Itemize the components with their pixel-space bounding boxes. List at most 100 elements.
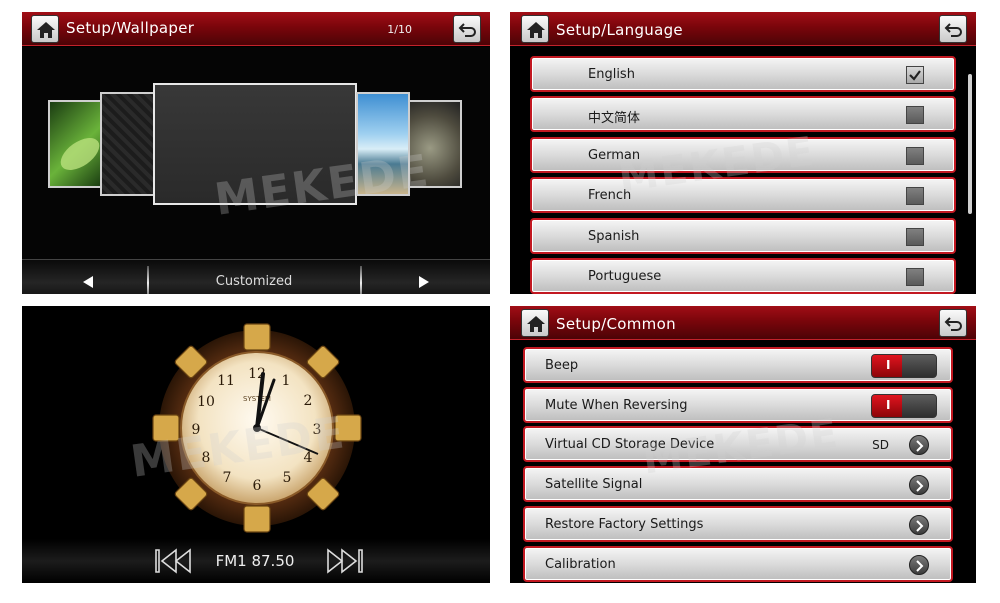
language-label: German [588,148,641,163]
title-bar: Setup/Wallpaper 1/10 [22,12,490,46]
divider [360,266,362,294]
toggle-on-indicator: I [872,355,904,377]
home-button[interactable] [31,15,59,43]
checkbox[interactable] [906,147,924,165]
language-item-english[interactable]: English [530,56,956,92]
back-button[interactable] [453,15,481,43]
wallpaper-thumb-sea[interactable] [356,92,410,196]
home-button[interactable] [521,15,549,43]
language-panel: Setup/Language English 中文简体 German Frenc… [510,12,976,294]
clock-numeral: 2 [304,393,313,409]
checkmark-icon [909,70,921,81]
clock-numeral: 9 [192,422,201,438]
clock-numeral: 5 [283,470,292,486]
language-item-portuguese[interactable]: Portuguese [530,258,956,294]
setting-label: Virtual CD Storage Device [545,437,715,452]
radio-bar: FM1 87.50 [22,539,490,583]
analog-clock: 12 1 2 3 4 5 6 7 8 9 10 11 SYSTEM [152,323,362,533]
toggle-knob [902,395,936,417]
language-label: 中文简体 [588,111,641,126]
home-icon [37,22,55,38]
skip-forward-icon [327,548,363,574]
return-icon [944,23,962,37]
page-title: Setup/Common [556,315,676,333]
mute-reversing-toggle[interactable]: I [871,394,937,418]
setting-beep[interactable]: Beep I [523,347,953,383]
scrollbar[interactable] [968,74,972,214]
chevron-right-icon[interactable] [909,475,929,495]
setting-label: Restore Factory Settings [545,517,704,532]
chevron-right-icon[interactable] [909,555,929,575]
skip-back-icon [155,548,191,574]
clock-numeral: 11 [217,373,235,389]
wallpaper-thumb-gears[interactable] [408,100,462,188]
return-icon [944,317,962,331]
clock-numeral: 8 [202,450,211,466]
checkbox[interactable] [906,106,924,124]
wallpaper-thumb-selected[interactable] [153,83,357,205]
wallpaper-thumb-leaf[interactable] [48,100,104,188]
home-icon [527,316,545,332]
setting-value: SD [872,438,889,452]
back-button[interactable] [939,15,967,43]
right-arrow-icon [419,276,429,288]
toggle-on-symbol: I [886,398,891,412]
back-button[interactable] [939,309,967,337]
return-icon [458,23,476,37]
language-label: Portuguese [588,269,662,284]
title-bar: Setup/Common [510,306,976,340]
home-button[interactable] [521,309,549,337]
toggle-on-indicator: I [872,395,904,417]
clock-numeral: 6 [253,478,262,494]
clock-numeral: 1 [282,373,291,389]
setting-label: Mute When Reversing [545,398,688,413]
setting-satellite-signal[interactable]: Satellite Signal [523,466,953,502]
common-settings-list: Beep I Mute When Reversing I Virtual CD … [523,347,953,583]
clock-numeral: 10 [197,394,215,410]
checkbox-checked[interactable] [906,66,924,84]
toggle-on-symbol: I [886,358,891,372]
setting-restore-factory[interactable]: Restore Factory Settings [523,506,953,542]
setting-calibration[interactable]: Calibration [523,546,953,582]
language-item-chinese[interactable]: 中文简体 [530,96,956,132]
home-icon [527,22,545,38]
language-list: English 中文简体 German French Spanish Portu… [530,56,956,294]
wallpaper-name: Customized [215,274,293,289]
language-item-german[interactable]: German [530,137,956,173]
left-arrow-icon [83,276,93,288]
setting-label: Satellite Signal [545,477,643,492]
setting-label: Calibration [545,557,616,572]
language-item-spanish[interactable]: Spanish [530,218,956,254]
chevron-right-icon[interactable] [909,515,929,535]
page-title: Setup/Language [556,21,683,39]
beep-toggle[interactable]: I [871,354,937,378]
setting-mute-when-reversing[interactable]: Mute When Reversing I [523,387,953,423]
common-panel: Setup/Common Beep I Mute When Reversing … [510,306,976,583]
toggle-knob [902,355,936,377]
language-label: Spanish [588,229,640,244]
clock-numeral: 3 [313,422,322,438]
checkbox[interactable] [906,268,924,286]
next-wallpaper-button[interactable] [418,275,430,293]
page-title: Setup/Wallpaper [66,19,195,37]
radio-frequency: FM1 87.50 [215,552,295,570]
previous-wallpaper-button[interactable] [82,275,94,293]
next-station-button[interactable] [322,548,364,574]
clock-numeral: 4 [304,450,313,466]
chevron-right-icon[interactable] [909,435,929,455]
wallpaper-nav-bar: Customized [22,259,490,294]
clock-panel: 12 1 2 3 4 5 6 7 8 9 10 11 SYSTEM FM1 87… [22,306,490,583]
wallpaper-thumb-texture[interactable] [100,92,156,196]
checkbox[interactable] [906,228,924,246]
clock-numeral: 7 [223,470,232,486]
setting-label: Beep [545,358,579,373]
language-label: English [588,67,635,82]
checkbox[interactable] [906,187,924,205]
wallpaper-panel: Setup/Wallpaper 1/10 Customized MEKEDE [22,12,490,294]
language-label: French [588,188,632,203]
language-item-french[interactable]: French [530,177,956,213]
page-counter: 1/10 [387,23,412,36]
setting-virtual-cd-storage[interactable]: Virtual CD Storage Device SD [523,426,953,462]
wallpaper-carousel: Customized [22,47,490,294]
title-bar: Setup/Language [510,12,976,46]
